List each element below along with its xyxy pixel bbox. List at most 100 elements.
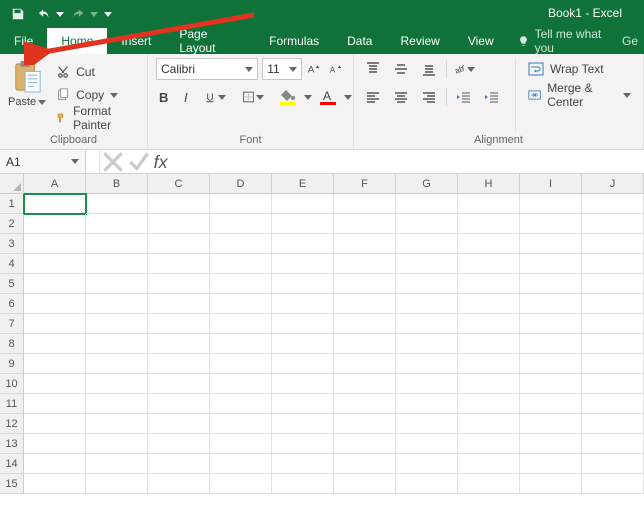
row-header[interactable]: 2	[0, 214, 24, 234]
cell[interactable]	[458, 454, 520, 474]
cell[interactable]	[86, 234, 148, 254]
cell[interactable]	[86, 194, 148, 214]
cell[interactable]	[24, 454, 86, 474]
row-header[interactable]: 9	[0, 354, 24, 374]
cell[interactable]	[86, 394, 148, 414]
cell[interactable]	[458, 434, 520, 454]
cell[interactable]	[520, 274, 582, 294]
cell[interactable]	[148, 334, 210, 354]
cell[interactable]	[24, 234, 86, 254]
cell[interactable]	[24, 474, 86, 494]
cell[interactable]	[24, 254, 86, 274]
cell[interactable]	[520, 414, 582, 434]
orientation-button[interactable]: ab	[453, 58, 475, 80]
cell[interactable]	[272, 474, 334, 494]
fill-color-button[interactable]	[280, 86, 296, 108]
cell[interactable]	[582, 214, 644, 234]
tab-insert[interactable]: Insert	[107, 28, 165, 54]
cell[interactable]	[582, 274, 644, 294]
save-button[interactable]	[6, 2, 30, 26]
cell[interactable]	[148, 214, 210, 234]
formula-input[interactable]	[178, 150, 644, 173]
cell[interactable]	[458, 314, 520, 334]
cell[interactable]	[334, 454, 396, 474]
cell[interactable]	[458, 354, 520, 374]
cell[interactable]	[520, 454, 582, 474]
cell[interactable]	[148, 314, 210, 334]
column-header[interactable]: B	[86, 174, 148, 194]
cell[interactable]	[520, 234, 582, 254]
cell[interactable]	[148, 474, 210, 494]
cell[interactable]	[396, 474, 458, 494]
cell[interactable]	[24, 194, 86, 214]
cell[interactable]	[272, 434, 334, 454]
cell[interactable]	[24, 294, 86, 314]
cell[interactable]	[520, 334, 582, 354]
cell[interactable]	[396, 234, 458, 254]
cell[interactable]	[396, 214, 458, 234]
cell[interactable]	[210, 194, 272, 214]
cell[interactable]	[272, 254, 334, 274]
name-box[interactable]: A1	[0, 150, 86, 173]
column-header[interactable]: H	[458, 174, 520, 194]
cell[interactable]	[210, 454, 272, 474]
cell[interactable]	[24, 374, 86, 394]
align-top-button[interactable]	[362, 58, 384, 80]
cell[interactable]	[458, 254, 520, 274]
column-header[interactable]: E	[272, 174, 334, 194]
bold-button[interactable]: B	[156, 86, 172, 108]
chevron-down-icon[interactable]	[344, 95, 352, 100]
cell[interactable]	[24, 334, 86, 354]
cell[interactable]	[86, 274, 148, 294]
cell[interactable]	[582, 454, 644, 474]
cell[interactable]	[272, 274, 334, 294]
cell[interactable]	[458, 474, 520, 494]
cell[interactable]	[396, 394, 458, 414]
column-header[interactable]: G	[396, 174, 458, 194]
cell[interactable]	[86, 354, 148, 374]
cell[interactable]	[210, 374, 272, 394]
cell[interactable]	[210, 434, 272, 454]
cell[interactable]	[520, 294, 582, 314]
cell[interactable]	[334, 294, 396, 314]
cell[interactable]	[458, 294, 520, 314]
cell[interactable]	[148, 374, 210, 394]
row-header[interactable]: 8	[0, 334, 24, 354]
cell[interactable]	[582, 254, 644, 274]
tab-data[interactable]: Data	[333, 28, 386, 54]
cell[interactable]	[396, 374, 458, 394]
cell[interactable]	[582, 194, 644, 214]
cell[interactable]	[334, 234, 396, 254]
cell[interactable]	[272, 374, 334, 394]
row-header[interactable]: 15	[0, 474, 24, 494]
cell[interactable]	[458, 394, 520, 414]
row-header[interactable]: 10	[0, 374, 24, 394]
cell[interactable]	[396, 194, 458, 214]
cell[interactable]	[148, 434, 210, 454]
cell[interactable]	[334, 394, 396, 414]
cell[interactable]	[210, 314, 272, 334]
cell[interactable]	[148, 274, 210, 294]
cell[interactable]	[334, 194, 396, 214]
cell[interactable]	[86, 254, 148, 274]
cell[interactable]	[24, 214, 86, 234]
cell[interactable]	[24, 394, 86, 414]
row-header[interactable]: 1	[0, 194, 24, 214]
row-header[interactable]: 4	[0, 254, 24, 274]
tab-file[interactable]: File	[0, 28, 47, 54]
tab-page-layout[interactable]: Page Layout	[165, 28, 255, 54]
italic-button[interactable]: I	[180, 86, 196, 108]
row-header[interactable]: 11	[0, 394, 24, 414]
row-header[interactable]: 7	[0, 314, 24, 334]
cell[interactable]	[272, 314, 334, 334]
tab-review[interactable]: Review	[386, 28, 453, 54]
merge-center-button[interactable]: Merge & Center	[524, 84, 635, 106]
cell[interactable]	[582, 294, 644, 314]
cell[interactable]	[210, 214, 272, 234]
format-painter-button[interactable]: Format Painter	[52, 108, 139, 128]
row-header[interactable]: 5	[0, 274, 24, 294]
cell[interactable]	[520, 434, 582, 454]
row-header[interactable]: 3	[0, 234, 24, 254]
select-all-corner[interactable]	[0, 174, 24, 194]
row-header[interactable]: 14	[0, 454, 24, 474]
